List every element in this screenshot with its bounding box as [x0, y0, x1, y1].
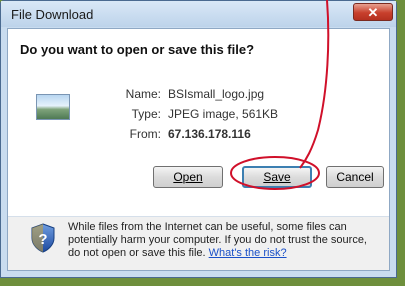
open-button[interactable]: Open — [153, 166, 223, 188]
type-value: JPEG image, 561KB — [168, 107, 279, 121]
warning-message: While files from the Internet can be use… — [68, 221, 382, 260]
dialog-body: Do you want to open or save this file? N… — [7, 28, 390, 271]
from-value: 67.136.178.116 — [168, 127, 251, 141]
name-label: Name: — [125, 87, 161, 101]
shield-question-icon: ? — [31, 223, 55, 253]
question-heading: Do you want to open or save this file? — [20, 42, 255, 57]
save-button[interactable]: Save — [242, 166, 312, 188]
from-label: From: — [129, 127, 161, 141]
name-value: BSIsmall_logo.jpg — [168, 87, 265, 101]
open-button-label: Open — [173, 170, 203, 184]
type-label: Type: — [131, 107, 161, 121]
close-button[interactable]: ✕ — [353, 3, 393, 21]
cancel-button[interactable]: Cancel — [326, 166, 384, 188]
title-bar[interactable]: File Download ✕ — [1, 1, 396, 27]
cancel-button-label: Cancel — [336, 170, 374, 184]
close-icon: ✕ — [367, 5, 379, 20]
save-button-label: Save — [263, 170, 291, 184]
image-file-icon — [36, 94, 70, 120]
whats-the-risk-link[interactable]: What's the risk? — [209, 247, 287, 259]
dialog-title: File Download — [11, 7, 94, 22]
file-download-dialog: File Download ✕ Do you want to open or s… — [0, 0, 397, 278]
svg-text:?: ? — [38, 231, 47, 248]
